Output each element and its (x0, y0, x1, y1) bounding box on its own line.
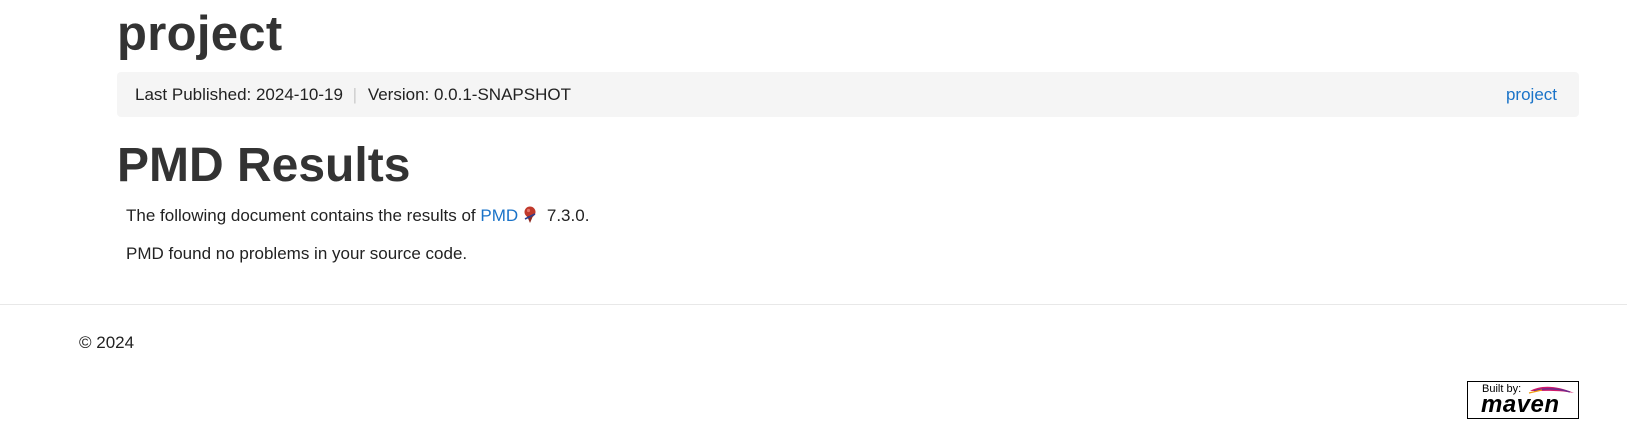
version-label: Version: 0.0.1-SNAPSHOT (367, 85, 571, 104)
breadcrumb: Last Published: 2024-10-19 | Version: 0.… (117, 72, 1579, 117)
summary-paragraph: PMD found no problems in your source cod… (126, 244, 468, 263)
footer-divider (0, 304, 1627, 305)
pmd-link[interactable]: PMD (480, 206, 518, 225)
intro-paragraph: The following document contains the resu… (126, 205, 589, 227)
site-title: project (117, 7, 283, 61)
project-link[interactable]: project (1506, 72, 1557, 117)
intro-text-before: The following document contains the resu… (126, 206, 481, 225)
page-heading: PMD Results (117, 139, 411, 192)
badge-maven-word: maven (1481, 391, 1560, 418)
built-by-maven-badge[interactable]: Built by: maven (1467, 381, 1579, 419)
breadcrumb-left: Last Published: 2024-10-19 | Version: 0.… (135, 72, 571, 117)
external-link-icon[interactable] (522, 206, 538, 224)
last-published: Last Published: 2024-10-19 (135, 85, 343, 104)
copyright: © 2024 (79, 333, 135, 352)
breadcrumb-divider: | (352, 85, 358, 104)
intro-text-after: 7.3.0. (542, 206, 590, 225)
